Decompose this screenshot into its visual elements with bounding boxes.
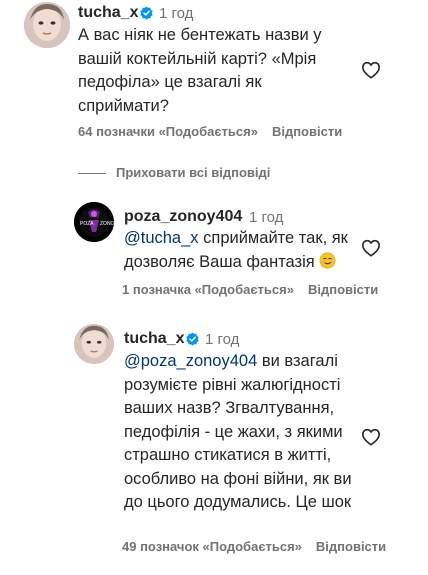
like-heart-icon[interactable] <box>361 61 381 79</box>
reply-meta-row: 49 позначок «Подобається» Відповісти <box>122 539 400 554</box>
hide-replies-button[interactable]: Приховати всі відповіді <box>116 165 270 180</box>
smirk-emoji-icon <box>319 252 336 268</box>
comment-time[interactable]: 1 год <box>159 5 193 22</box>
reply-text: @poza_zonoy404 ви взагалі розумієте рівн… <box>124 350 358 515</box>
reply-button[interactable]: Відповісти <box>308 282 378 297</box>
avatar-photo <box>74 324 114 364</box>
reply-mention[interactable]: @poza_zonoy404 <box>124 352 257 370</box>
avatar-logo-icon: POZA ZONOY <box>74 202 114 242</box>
like-heart-icon[interactable] <box>361 239 381 257</box>
likes-count[interactable]: 1 позначка «Подобається» <box>122 282 294 297</box>
reply-avatar[interactable] <box>74 324 114 364</box>
reply-meta-row: 1 позначка «Подобається» Відповісти <box>122 282 392 297</box>
svg-text:ZONOY: ZONOY <box>100 221 114 227</box>
reply-username[interactable]: tucha_x <box>124 330 184 348</box>
reply-button[interactable]: Відповісти <box>272 124 342 139</box>
reply-body: ви взагалі розумієте рівні жалюгідності … <box>124 352 352 511</box>
reply-avatar[interactable]: POZA ZONOY <box>74 202 114 242</box>
reply-username[interactable]: poza_zonoy404 <box>124 208 242 226</box>
reply-text: @tucha_x сприймайте так, як дозволяє Ваш… <box>124 227 354 274</box>
replies-divider <box>78 173 106 174</box>
likes-count[interactable]: 64 позначки «Подобається» <box>78 124 258 139</box>
reply-mention[interactable]: @tucha_x <box>124 229 199 247</box>
comment-text: А вас ніяк не бентежать назви у вашій ко… <box>78 26 322 115</box>
likes-count[interactable]: 49 позначок «Подобається» <box>122 539 302 554</box>
avatar-photo <box>24 2 70 48</box>
reply-button[interactable]: Відповісти <box>316 539 386 554</box>
comment-username[interactable]: tucha_x <box>78 4 138 22</box>
comment-avatar[interactable] <box>24 2 70 48</box>
comment-meta-row: 64 позначки «Подобається» Відповісти <box>78 124 356 139</box>
verified-badge-icon <box>140 6 153 20</box>
like-heart-icon[interactable] <box>361 428 381 446</box>
svg-text:POZA: POZA <box>80 221 94 227</box>
reply-time[interactable]: 1 год <box>205 331 239 348</box>
verified-badge-icon <box>186 332 199 346</box>
reply-time[interactable]: 1 год <box>249 209 283 226</box>
